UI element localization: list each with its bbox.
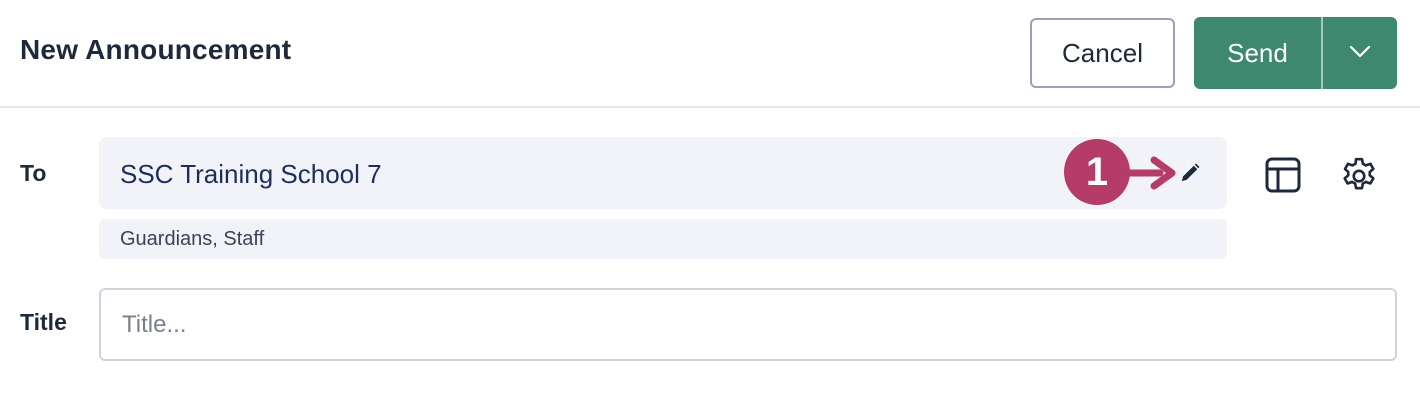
send-options-button[interactable]: [1323, 17, 1397, 89]
to-label: To: [20, 160, 47, 186]
recipient-name: SSC Training School 7: [120, 159, 382, 189]
chevron-down-icon: [1349, 45, 1371, 62]
title-input[interactable]: [99, 288, 1397, 361]
send-button[interactable]: Send: [1194, 17, 1321, 89]
recipients-field[interactable]: SSC Training School 7: [99, 137, 1227, 209]
header-bar: New Announcement Cancel Send: [0, 0, 1420, 108]
audience-text: Guardians, Staff: [120, 228, 265, 250]
page-title: New Announcement: [20, 34, 292, 65]
arrow-right-icon: [1116, 156, 1178, 195]
title-label: Title: [20, 309, 67, 335]
send-button-group: Send: [1194, 17, 1397, 89]
pencil-icon[interactable]: [1175, 158, 1205, 188]
cancel-button[interactable]: Cancel: [1030, 18, 1175, 88]
layout-template-icon[interactable]: [1262, 154, 1304, 196]
gear-icon[interactable]: [1336, 151, 1382, 197]
audience-chip: Guardians, Staff: [99, 219, 1227, 259]
